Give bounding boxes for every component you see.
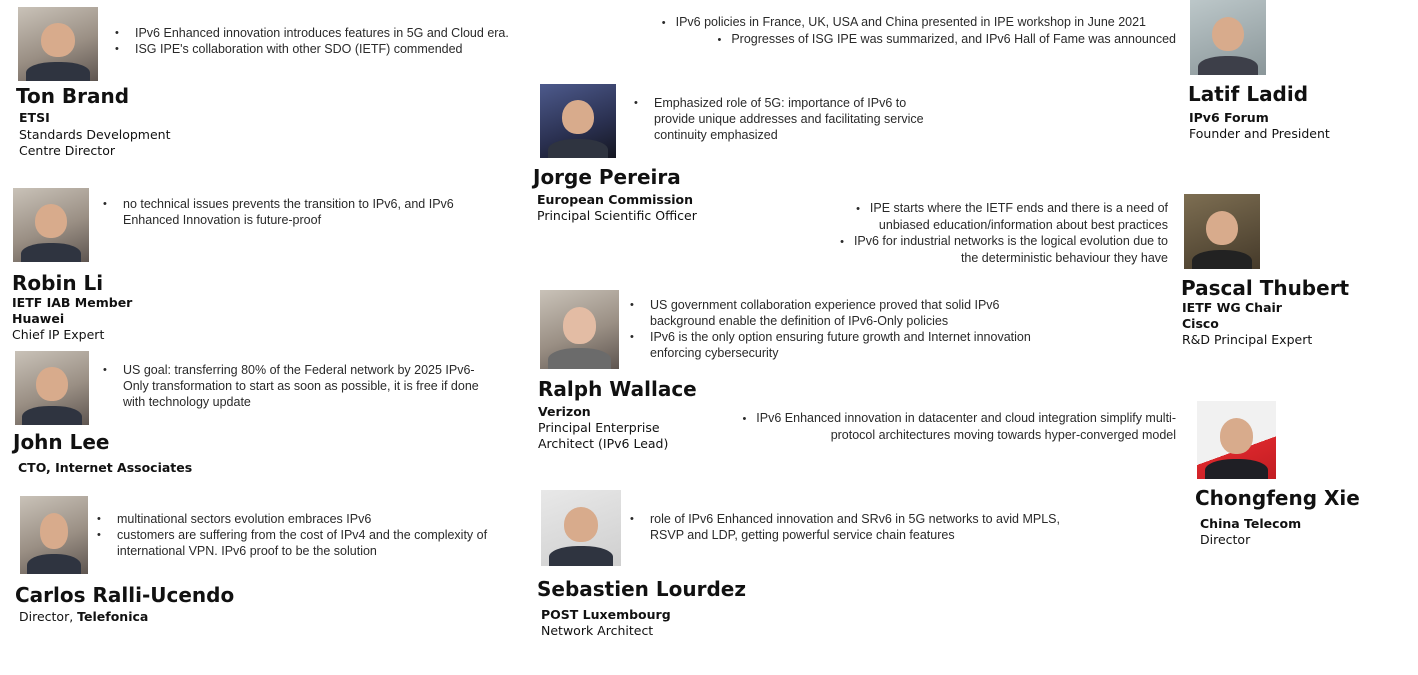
role-chongfeng-xie: Director xyxy=(1200,532,1250,548)
name-ton-brand: Ton Brand xyxy=(16,84,130,108)
org-line: China Telecom xyxy=(1200,516,1302,531)
role-sebastien-lourdez: Network Architect xyxy=(541,623,653,639)
photo-pascal-thubert xyxy=(1184,194,1260,269)
bullet-text: no technical issues prevents the transit… xyxy=(101,196,491,228)
bullet-text: Progresses of ISG IPE was summarized, an… xyxy=(731,32,1176,46)
role-line: Centre Director xyxy=(19,143,115,158)
bullet-text: IPv6 policies in France, UK, USA and Chi… xyxy=(675,15,1146,29)
name-chongfeng-xie: Chongfeng Xie xyxy=(1195,486,1360,510)
name-john-lee: John Lee xyxy=(13,430,110,454)
bullet-text: customers are suffering from the cost of… xyxy=(95,527,515,559)
role-line: R&D Principal Expert xyxy=(1182,332,1313,347)
photo-ton-brand xyxy=(18,7,98,81)
role-prefix: Director, xyxy=(19,609,78,624)
role-line: Network Architect xyxy=(541,623,654,638)
bullet-text: multinational sectors evolution embraces… xyxy=(95,511,515,527)
org-chongfeng-xie: China Telecom xyxy=(1200,516,1301,532)
role-jorge-pereira: Principal Scientific Officer xyxy=(537,208,697,224)
role-pascal-thubert: R&D Principal Expert xyxy=(1182,332,1312,348)
bullets-sebastien-lourdez: role of IPv6 Enhanced innovation and SRv… xyxy=(628,511,1088,543)
role-line: Chief IP Expert xyxy=(12,327,105,342)
org-ralph-wallace: Verizon xyxy=(538,404,591,420)
role-ton-brand: Standards Development Centre Director xyxy=(19,127,171,159)
org-line: IETF WG Chair xyxy=(1182,300,1282,315)
name-pascal-thubert: Pascal Thubert xyxy=(1181,276,1350,300)
bullets-pascal-thubert: • IPE starts where the IETF ends and ther… xyxy=(840,201,1168,265)
photo-robin-li xyxy=(13,188,89,262)
bullet-text: ISG IPE's collaboration with other SDO (… xyxy=(113,41,543,57)
bullet-text: US goal: transferring 80% of the Federal… xyxy=(101,362,481,410)
org-line: ETSI xyxy=(19,110,50,125)
company-name: Telefonica xyxy=(77,609,149,624)
org-john-lee: CTO, Internet Associates xyxy=(18,460,192,476)
org-line: European Commission xyxy=(537,192,694,207)
name-robin-li: Robin Li xyxy=(12,271,104,295)
org-latif-ladid: IPv6 Forum xyxy=(1189,110,1269,126)
org-line: Cisco xyxy=(1182,316,1219,331)
photo-chongfeng-xie xyxy=(1197,401,1276,479)
role-robin-li: Chief IP Expert xyxy=(12,327,104,343)
bullet-text: IPv6 is the only option ensuring future … xyxy=(628,329,1058,361)
role-line: Standards Development xyxy=(19,127,171,142)
bullets-carlos-ralli-ucendo: multinational sectors evolution embraces… xyxy=(95,511,515,559)
name-jorge-pereira: Jorge Pereira xyxy=(533,165,681,189)
photo-jorge-pereira xyxy=(540,84,616,158)
role-ralph-wallace: Principal Enterprise Architect (IPv6 Lea… xyxy=(538,420,668,452)
org-line: Huawei xyxy=(12,311,65,326)
photo-john-lee xyxy=(15,351,89,425)
role-carlos-ralli-ucendo: Director, Telefonica xyxy=(19,609,148,625)
bullet-text: Emphasized role of 5G: importance of IPv… xyxy=(632,95,942,143)
role-line: Principal Scientific Officer xyxy=(537,208,697,223)
org-line: IETF IAB Member xyxy=(12,295,133,310)
name-carlos-ralli-ucendo: Carlos Ralli-Ucendo xyxy=(15,583,235,607)
org-robin-li: IETF IAB Member Huawei xyxy=(12,295,132,327)
photo-latif-ladid xyxy=(1190,0,1266,75)
bullet-text: IPv6 Enhanced innovation introduces feat… xyxy=(113,25,543,41)
photo-carlos-ralli-ucendo xyxy=(20,496,88,574)
org-line: Verizon xyxy=(538,404,591,419)
bullet-text: IPE starts where the IETF ends and there… xyxy=(869,201,1168,232)
org-sebastien-lourdez: POST Luxembourg xyxy=(541,607,671,623)
bullets-latif-ladid: • IPv6 policies in France, UK, USA and Ch… xyxy=(661,15,1176,46)
bullets-robin-li: no technical issues prevents the transit… xyxy=(101,196,491,228)
name-sebastien-lourdez: Sebastien Lourdez xyxy=(537,577,746,601)
role-line: Principal Enterprise xyxy=(538,420,660,435)
role-line: Founder and President xyxy=(1189,126,1330,141)
bullet-text: role of IPv6 Enhanced innovation and SRv… xyxy=(628,511,1088,543)
bullet-text: IPv6 Enhanced innovation in datacenter a… xyxy=(756,411,1176,442)
org-line: CTO, Internet Associates xyxy=(18,460,193,475)
photo-ralph-wallace xyxy=(540,290,619,369)
org-line: IPv6 Forum xyxy=(1189,110,1269,125)
photo-sebastien-lourdez xyxy=(541,490,621,566)
role-line: Architect (IPv6 Lead) xyxy=(538,436,669,451)
role-line: Director xyxy=(1200,532,1251,547)
bullets-chongfeng-xie: • IPv6 Enhanced innovation in datacenter … xyxy=(742,411,1176,442)
bullets-jorge-pereira: Emphasized role of 5G: importance of IPv… xyxy=(632,95,942,143)
bullets-ton-brand: IPv6 Enhanced innovation introduces feat… xyxy=(113,25,543,57)
org-pascal-thubert: IETF WG Chair Cisco xyxy=(1182,300,1282,332)
org-line: POST Luxembourg xyxy=(541,607,671,622)
org-ton-brand: ETSI xyxy=(19,110,50,126)
name-ralph-wallace: Ralph Wallace xyxy=(538,377,697,401)
bullet-text: IPv6 for industrial networks is the logi… xyxy=(853,234,1168,265)
bullets-john-lee: US goal: transferring 80% of the Federal… xyxy=(101,362,481,410)
name-latif-ladid: Latif Ladid xyxy=(1188,82,1309,106)
bullets-ralph-wallace: US government collaboration experience p… xyxy=(628,297,1058,361)
role-latif-ladid: Founder and President xyxy=(1189,126,1330,142)
bullet-text: US government collaboration experience p… xyxy=(628,297,1058,329)
org-jorge-pereira: European Commission xyxy=(537,192,693,208)
